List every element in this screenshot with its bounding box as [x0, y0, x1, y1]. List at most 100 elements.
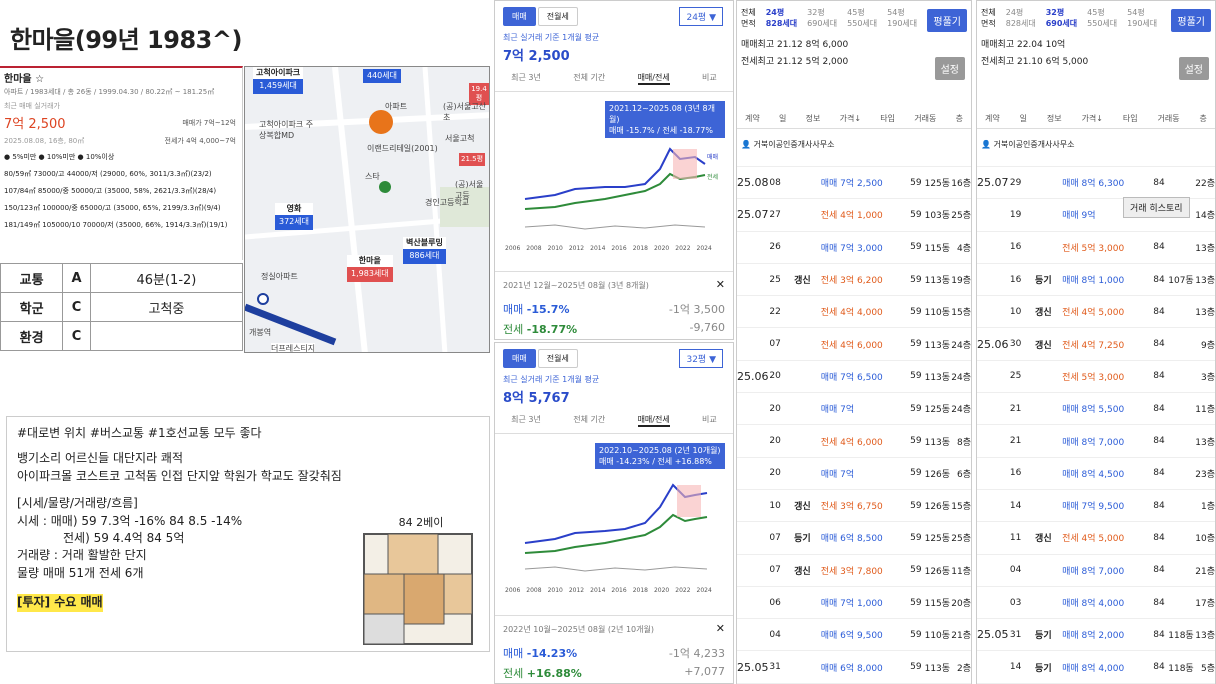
size-tab[interactable]: 24평 828세대: [1006, 7, 1036, 29]
size-expand-button[interactable]: 평풀기: [1171, 9, 1211, 32]
size-tab[interactable]: 45평 550세대: [1087, 7, 1117, 29]
note-desc2: 아이파크몰 코스트코 고척돔 인접 단지앞 학원가 학교도 잘갖춰짐: [17, 468, 342, 483]
transaction-row[interactable]: 25.08 08 매매 7억 2,500 59 125동 16층: [737, 167, 971, 200]
period-tab[interactable]: 최근 3년: [511, 414, 541, 427]
size-tab[interactable]: 54평 190세대: [1127, 7, 1157, 29]
size-select[interactable]: 24평 ▼: [679, 7, 723, 26]
map-view[interactable]: 고척아이파크 1,459세대 440세대 영화 372세대 한마을 1,983세대 벽…: [244, 66, 490, 353]
map-marker[interactable]: 벽산블루밍 886세대: [403, 237, 446, 264]
agent-row[interactable]: 👤 거북이공인중개사사무소: [977, 129, 1215, 167]
contract-day: 04: [769, 629, 781, 640]
close-icon[interactable]: ✕: [716, 622, 725, 635]
contract-day: 25: [769, 274, 781, 285]
map-marker[interactable]: 440세대: [363, 69, 401, 84]
transaction-row[interactable]: 14 매매 7억 9,500 84 1층: [977, 490, 1215, 523]
apartment-name[interactable]: 한마을 ☆: [4, 70, 238, 85]
tab-sale[interactable]: 매매: [503, 7, 536, 26]
map-label: 개봉역: [249, 328, 272, 337]
type: 59: [910, 436, 922, 447]
transaction-row[interactable]: 25.07 27 전세 4억 1,000 59 103동 25층: [737, 199, 971, 232]
price: 매매 8억 4,500: [1062, 469, 1125, 480]
x-tick: 2018: [632, 587, 648, 594]
type: 84: [1153, 436, 1165, 447]
type: 84: [1153, 565, 1165, 576]
transaction-row[interactable]: 20 전세 4억 6,000 59 113동 8층: [737, 425, 971, 458]
type: 84: [1153, 532, 1165, 543]
tab-sale[interactable]: 매매: [503, 349, 536, 368]
transaction-row[interactable]: 25 전세 5억 3,000 84 3층: [977, 361, 1215, 394]
floor: 13층: [1195, 243, 1215, 254]
contract-day: 20: [769, 436, 781, 447]
transaction-row[interactable]: 16 매매 8억 4,500 84 23층: [977, 458, 1215, 490]
tab-rent[interactable]: 전월세: [537, 349, 578, 368]
transaction-row[interactable]: 10 갱신 전세 4억 5,000 84 13층: [977, 296, 1215, 329]
transaction-row[interactable]: 03 매매 8억 4,000 84 17층: [977, 587, 1215, 620]
transaction-row[interactable]: 25.07 29 매매 8억 6,300 84 22층: [977, 167, 1215, 200]
transaction-row[interactable]: 20 매매 7억 59 125동 24층: [737, 393, 971, 426]
transaction-row[interactable]: 21 매매 8억 5,500 84 11층: [977, 393, 1215, 426]
transaction-row[interactable]: 04 매매 6억 9,500 59 110동 21층: [737, 619, 971, 652]
transaction-row[interactable]: 10 갱신 전세 3억 6,750 59 126동 15층: [737, 490, 971, 523]
transaction-row[interactable]: 07 등기 매매 6억 8,500 59 125동 25층: [737, 522, 971, 555]
x-ticks: 2006 2008 2010 2012 2014 2016 2018 2020 2022 2024: [505, 587, 712, 594]
transaction-row[interactable]: 20 매매 7억 59 126동 6층: [737, 458, 971, 490]
size-tab[interactable]: 45평 550세대: [847, 7, 877, 29]
floor: 8층: [956, 437, 971, 448]
period-tab[interactable]: 비교: [702, 414, 717, 427]
transaction-row[interactable]: 22 전세 4억 4,000 59 110동 15층: [737, 296, 971, 329]
transaction-list-32: 전체 면적 24평 828세대 32평 690세대 45평 550세대 54평 190세대…: [976, 0, 1216, 684]
jeonse-range: 전세가 4억 4,000~7억: [164, 137, 236, 145]
building: 113동: [924, 276, 951, 287]
map-marker[interactable]: 21.5평: [459, 153, 486, 167]
settings-button[interactable]: 설정: [1178, 57, 1209, 80]
transaction-row[interactable]: 16 등기 매매 8억 1,000 84 107동 13층: [977, 264, 1215, 297]
transaction-row[interactable]: 25.06 20 매매 7억 6,500 59 113동 24층: [737, 361, 971, 394]
floor: 19층: [951, 276, 971, 287]
transaction-row[interactable]: 06 매매 7억 1,000 59 115동 20층: [737, 587, 971, 620]
tab-rent[interactable]: 전월세: [537, 7, 578, 26]
transaction-row[interactable]: 25.05 31 매매 6억 8,000 59 113동 2층: [737, 651, 971, 684]
close-icon[interactable]: ✕: [716, 278, 725, 291]
transaction-row[interactable]: 21 매매 8억 7,000 84 13층: [977, 425, 1215, 458]
settings-button[interactable]: 설정: [934, 57, 965, 80]
transaction-row[interactable]: 26 매매 7억 3,000 59 115동 4층: [737, 232, 971, 264]
building: 113동: [924, 372, 951, 383]
size-select[interactable]: 32평 ▼: [679, 349, 723, 368]
info-tag: 갱신: [1035, 340, 1052, 351]
map-label: 고척아이파크 주상복합MD: [259, 120, 314, 140]
map-marker[interactable]: 영화 372세대: [275, 203, 313, 230]
transaction-row[interactable]: 25.05 31 등기 매매 8억 2,000 84 118동 13층: [977, 619, 1215, 652]
price: 전세 4억 5,000: [1062, 534, 1125, 545]
period-tab[interactable]: 전체 기간: [573, 72, 605, 85]
score-grade: C: [62, 321, 91, 351]
size-expand-button[interactable]: 평풀기: [927, 9, 967, 32]
map-marker[interactable]: 고척아이파크 1,459세대: [253, 67, 304, 94]
period-tab[interactable]: 전체 기간: [573, 414, 605, 427]
map-label: 경인고등학교: [425, 198, 470, 207]
period-tab[interactable]: 매매/전세: [637, 72, 670, 85]
transaction-row[interactable]: 04 매매 8억 7,000 84 21층: [977, 555, 1215, 587]
transaction-row[interactable]: 25 갱신 전세 3억 6,200 59 113동 19층: [737, 264, 971, 297]
transaction-row[interactable]: 25.06 30 갱신 전세 4억 7,250 84 9층: [977, 328, 1215, 361]
size-tab[interactable]: 54평 190세대: [887, 7, 917, 29]
period-tab[interactable]: 비교: [702, 72, 717, 85]
transaction-row[interactable]: 16 전세 5억 3,000 84 13층: [977, 232, 1215, 264]
map-marker-selected[interactable]: 한마을 1,983세대: [347, 255, 393, 282]
transaction-row[interactable]: 07 전세 4억 6,000 59 113동 24층: [737, 328, 971, 361]
transaction-row[interactable]: 11 갱신 전세 4억 5,000 84 10층: [977, 522, 1215, 555]
transaction-row[interactable]: 14 등기 매매 8억 4,000 84 118동 5층: [977, 651, 1215, 684]
map-label: 스타: [365, 172, 380, 181]
period-tab[interactable]: 매매/전세: [637, 414, 670, 427]
transaction-row[interactable]: 07 갱신 전세 3억 7,800 59 126동 11층: [737, 555, 971, 587]
type: 59: [910, 597, 922, 608]
floor: 4층: [956, 243, 971, 254]
size-tab-active[interactable]: 32평 690세대: [1046, 7, 1077, 29]
series-label-sale: 매매: [707, 153, 718, 161]
agent-row[interactable]: 👤 거북이공인중개사사무소: [737, 129, 971, 167]
size-tab-active[interactable]: 24평 828세대: [766, 7, 797, 29]
score-label: 학군: [0, 292, 64, 322]
size-tab[interactable]: 32평 690세대: [807, 7, 837, 29]
period-tab[interactable]: 최근 3년: [511, 72, 541, 85]
building: 126동: [924, 566, 951, 577]
price: 매매 7억: [820, 469, 855, 480]
